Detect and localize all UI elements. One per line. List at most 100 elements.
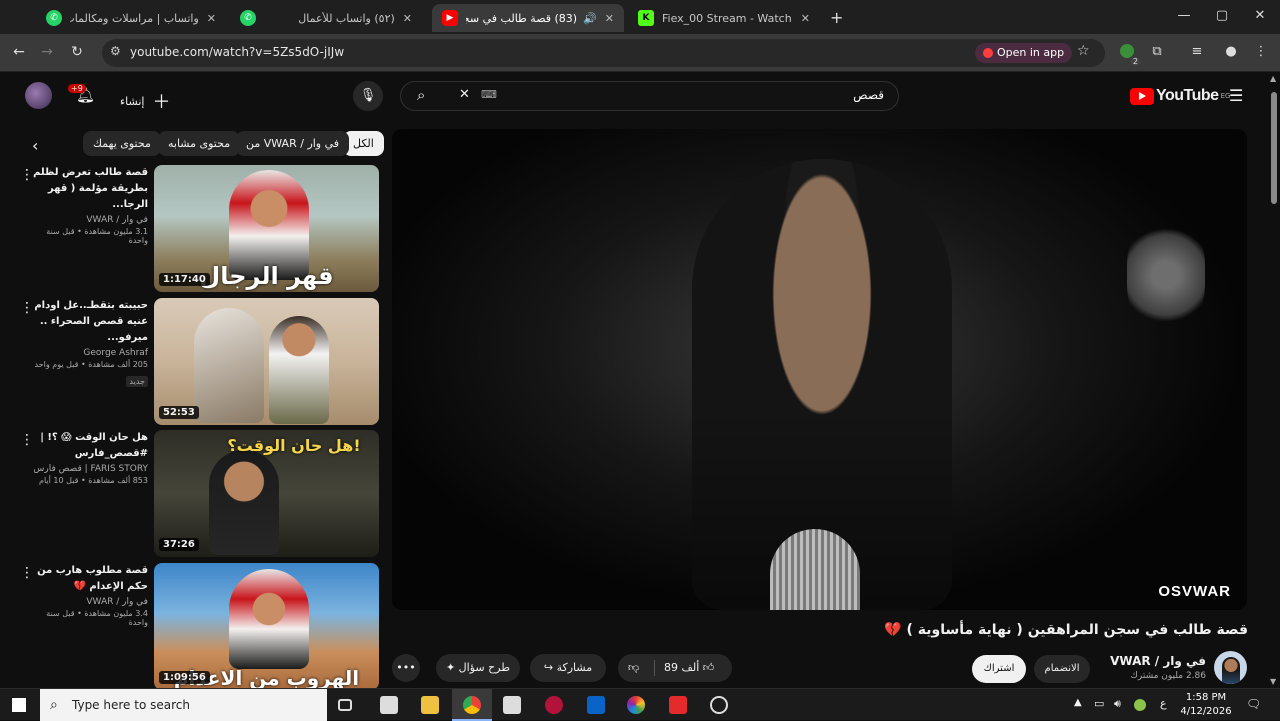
recommendation-channel[interactable]: في وار / VWAR [30,597,148,607]
search-input[interactable]: ⌕ ✕ ⌨ قصص [400,81,899,111]
clock-date: 4/12/2026 [1180,706,1232,717]
more-actions-button[interactable]: ••• [392,654,420,682]
open-in-app-button[interactable]: Open in app [975,43,1073,63]
taskbar-search-input[interactable]: ⌕ Type here to search [40,689,327,721]
recommendation-item[interactable]: ⋮ حبيبته بتقطـ..عل اودام عنيه قصص الصحرا… [0,298,380,426]
reload-button[interactable]: ↻ [68,44,86,62]
video-thumbnail[interactable]: قهر الرجال 1:17:40 [154,165,379,292]
audio-icon[interactable]: 🔊 [583,12,597,25]
duration-badge: 1:17:40 [159,273,210,286]
tab-whatsapp-business[interactable]: ✆ (٥٢) واتساب للأعمال ✕ [230,4,422,32]
subscriber-count: 2.86 مليون مشترك [1130,671,1207,681]
search-icon[interactable]: ⌕ [417,86,425,104]
close-tab-icon[interactable]: ✕ [403,12,412,25]
like-button[interactable]: 89 ألف 👍︎ [664,654,714,682]
tab-youtube[interactable]: ▶ (83) قصة طالب في سجن المراهقين 🔊 ✕ [432,4,624,32]
tab-whatsapp[interactable]: ✆ واتساب | مراسلات ومكالمات مجانية ✕ [36,4,226,32]
app-icon-red[interactable] [545,696,563,714]
recommendation-title[interactable]: قصة طالب تعرض لظلم بطريقة مؤلمة ( قهر ال… [30,165,148,213]
video-thumbnail[interactable]: الهروب من الاعدام 1:09:56 [154,563,379,690]
recommendation-title[interactable]: هل حان الوقت 😱 ؟! | #قصص_فارس [30,430,148,462]
recommendation-channel[interactable]: George Ashraf [30,348,148,358]
subscribe-button[interactable]: اشتراك [972,655,1026,683]
voice-search-button[interactable]: 🎙︎ [353,81,383,111]
chip-from-channel[interactable]: من VWAR / في وار [236,131,350,156]
scrollbar-thumb[interactable] [1271,92,1277,204]
recommendation-title[interactable]: قصة مطلوب هارب من حكم الإعدام 💔 [30,563,148,595]
maximize-button[interactable]: ▢ [1212,8,1232,26]
app-icon-ns[interactable] [587,696,605,714]
browser-toolbar: ← → ↻ ⚙ youtube.com/watch?v=5Zs5dO-jIJw … [0,34,1280,72]
create-button[interactable]: إنشاء ＋ [120,88,170,114]
recommendation-channel[interactable]: في وار / VWAR [30,215,148,225]
scroll-up-icon[interactable]: ▲ [1270,74,1276,83]
channel-name[interactable]: في وار / VWAR [1100,654,1206,668]
page-scrollbar[interactable]: ▲ ▼ [1268,72,1280,688]
mail-icon[interactable] [380,696,398,714]
close-tab-icon[interactable]: ✕ [207,12,216,25]
chrome-taskbar-active[interactable] [452,689,492,721]
video-thumbnail[interactable]: هل حان الوقت؟! 37:26 [154,430,379,557]
minimize-button[interactable]: — [1174,8,1194,26]
notifications-icon[interactable]: 🗨︎ [1246,697,1261,711]
tab-kick[interactable]: K Fiex_00 Stream - Watch Live on Kick ✕ [628,4,820,32]
chip-for-you[interactable]: محتوى يهمك [83,131,161,156]
ask-button[interactable]: ✦ طرح سؤال [436,654,520,682]
tab-title: (٥٢) واتساب للأعمال [298,11,395,25]
extension-icon[interactable]: 2 [1118,44,1140,66]
app-icon-color-wheel[interactable] [627,696,645,714]
recommendation-channel[interactable]: FARIS STORY | قصص فارس [30,464,148,474]
share-button[interactable]: ↪ مشاركة [530,654,606,682]
show-hidden-icons[interactable]: ▲ [1074,697,1082,708]
recommendation-item[interactable]: ⋮ قصة مطلوب هارب من حكم الإعدام 💔 في وار… [0,563,380,691]
chip-related[interactable]: محتوى مشابه [158,131,241,156]
task-view-icon[interactable] [338,699,352,711]
hamburger-menu-icon[interactable]: ☰ [1229,86,1243,105]
recommendation-title[interactable]: حبيبته بتقطـ..عل اودام عنيه قصص الصحراء … [30,298,148,346]
share-icon: ↪ [543,661,554,674]
recommendation-item[interactable]: ⋮ قصة طالب تعرض لظلم بطريقة مؤلمة ( قهر … [0,165,380,293]
app-icon-circle[interactable] [710,696,728,714]
channel-avatar[interactable] [1214,651,1247,684]
new-tab-button[interactable]: + [830,8,843,27]
store-icon[interactable] [503,696,521,714]
volume-icon[interactable]: 🔊︎ [1114,697,1121,711]
clear-search-icon[interactable]: ✕ [459,87,470,102]
network-icon[interactable]: ▭ [1094,697,1104,710]
chips-scroll-left-icon[interactable]: ‹ [32,136,38,155]
close-tab-icon[interactable]: ✕ [605,12,614,25]
profile-icon[interactable]: ● [1222,44,1240,62]
clock-time: 1:58 PM [1185,692,1227,703]
youtube-logo[interactable]: YouTube EG [1130,87,1230,105]
browser-menu-icon[interactable]: ⋮ [1252,44,1270,62]
input-language[interactable]: ع [1160,697,1167,710]
chrome-icon [463,696,481,714]
recommendation-meta: 3.4 مليون مشاهدة • قبل سنة واحدة [46,609,148,627]
avatar[interactable] [25,82,52,109]
video-player[interactable]: OSVWAR [392,129,1247,610]
avatar-figure [1222,657,1240,684]
chip-all[interactable]: الكل [343,131,384,156]
youtube-play-icon [1130,87,1154,105]
extensions-puzzle-icon[interactable]: ⧉ [1148,44,1166,62]
site-info-icon[interactable]: ⚙ [110,44,121,58]
wps-office-icon[interactable] [669,696,687,714]
tray-app-icon[interactable] [1134,699,1146,711]
address-bar[interactable]: ⚙ youtube.com/watch?v=5Zs5dO-jIJw Open i… [102,39,1105,67]
dislike-button[interactable]: 👎︎ [628,654,639,682]
keyboard-icon[interactable]: ⌨ [481,88,497,101]
join-button[interactable]: الانضمام [1034,655,1090,683]
video-thumbnail[interactable]: 52:53 [154,298,379,425]
media-control-icon[interactable]: ≡ [1188,44,1206,62]
windows-start-icon[interactable] [12,698,26,712]
tab-title: واتساب | مراسلات ومكالمات مجانية [70,11,199,25]
back-button[interactable]: ← [10,44,28,62]
bookmark-star-icon[interactable]: ☆ [1077,43,1090,59]
taskbar-clock[interactable]: 1:58 PM 4/12/2026 [1180,691,1232,719]
scroll-down-icon[interactable]: ▼ [1270,677,1276,686]
recommendation-item[interactable]: ⋮ هل حان الوقت 😱 ؟! | #قصص_فارس FARIS ST… [0,430,380,558]
close-window-button[interactable]: ✕ [1250,8,1270,26]
forward-button[interactable]: → [38,44,56,62]
file-explorer-icon[interactable] [421,696,439,714]
close-tab-icon[interactable]: ✕ [801,12,810,25]
